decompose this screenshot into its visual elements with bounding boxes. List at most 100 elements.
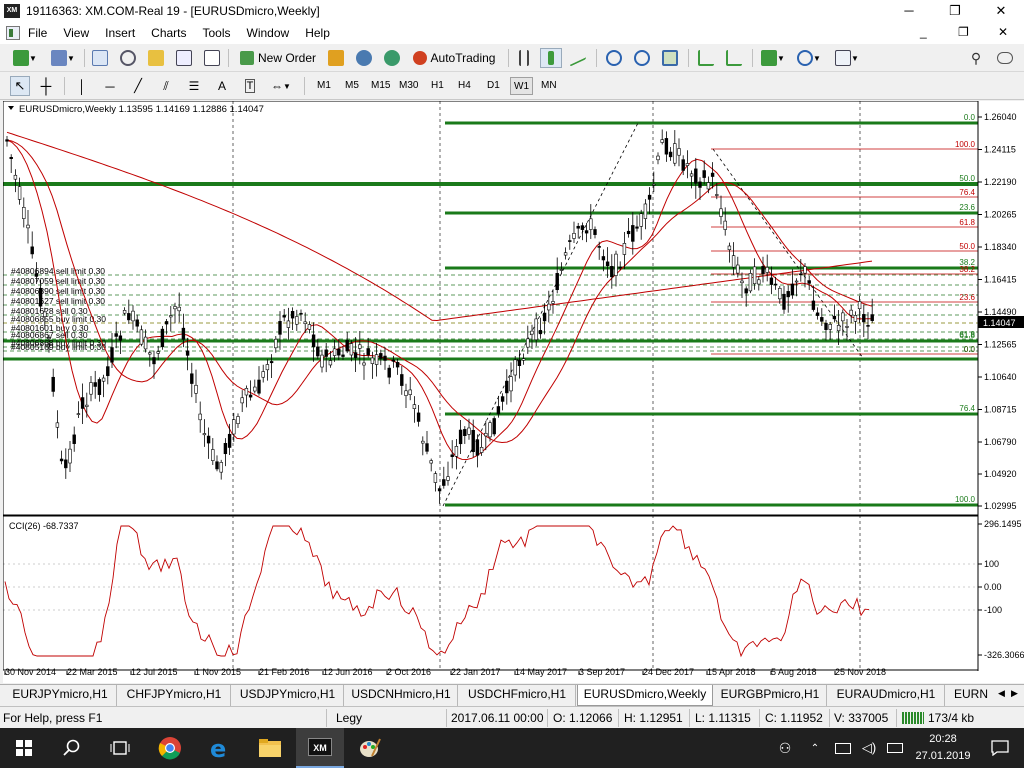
candle-body (433, 473, 438, 483)
timeframe-w1[interactable]: W1 (510, 77, 533, 95)
candle-body (240, 397, 244, 404)
chrome-button[interactable] (146, 728, 194, 768)
show-hidden-icons-button[interactable]: ⌃ (804, 728, 826, 768)
menu-window[interactable]: Window (239, 22, 298, 44)
new-chart-button[interactable]: ▼ (8, 48, 42, 68)
menu-help[interactable]: Help (297, 22, 338, 44)
timeframe-m15[interactable]: M15 (368, 77, 393, 95)
trendline-button[interactable]: ╱ (128, 76, 148, 96)
edge-button[interactable]: e (196, 728, 244, 768)
timeframe-h4[interactable]: H4 (455, 77, 474, 95)
price-chart[interactable]: 0.0 50.0 23.6 38.2 61.8 76.4 100.0 100.0 76.4 61.… (2, 100, 1024, 683)
periods-button[interactable]: ▼ (794, 48, 824, 68)
navigator-button[interactable] (118, 48, 138, 68)
candle (731, 242, 736, 276)
file-explorer-button[interactable] (246, 728, 294, 768)
data-window-button[interactable] (146, 48, 166, 68)
tab-eurgbpmicro-h1[interactable]: EURGBPmicro,H1 (714, 685, 827, 706)
tabs-scroll-left[interactable]: ◀ (998, 688, 1005, 699)
tab-euraudmicro-h1[interactable]: EURAUDmicro,H1 (828, 685, 945, 706)
timeframe-mn[interactable]: MN (538, 77, 560, 95)
tab-usdjpymicro-h1[interactable]: USDJPYmicro,H1 (232, 685, 344, 706)
new-order-button[interactable]: New Order (236, 48, 320, 68)
system-clock[interactable]: 20:28 27.01.2019 (908, 731, 978, 765)
arrows-button[interactable]: ⇔ ▼ (266, 76, 296, 96)
autotrading-button[interactable]: AutoTrading (408, 48, 500, 68)
zoom-out-button[interactable] (632, 48, 652, 68)
market-watch-button[interactable] (90, 48, 110, 68)
xm-terminal-button[interactable]: XM (296, 728, 344, 768)
terminal-button[interactable] (174, 48, 194, 68)
minimize-button[interactable]: ─ (886, 0, 932, 22)
line-chart-button[interactable] (568, 48, 588, 68)
profiles-button[interactable]: ▼ (46, 48, 80, 68)
timeframe-m30[interactable]: M30 (396, 77, 421, 95)
tester-button[interactable] (202, 48, 222, 68)
people-button[interactable]: ⚇ (772, 728, 798, 768)
tab-eurjpymicro-h1[interactable]: EURJPYmicro,H1 (4, 685, 117, 706)
equidistant-channel-button[interactable]: ⫽ (156, 76, 176, 96)
vertical-line-button[interactable]: │ (72, 76, 92, 96)
restore-button[interactable]: ❐ (932, 0, 978, 22)
network-button[interactable] (832, 728, 854, 768)
mdi-close-button[interactable]: ✕ (998, 25, 1008, 39)
tabs-scroll-right[interactable]: ▶ (1011, 688, 1018, 699)
fibonacci-button[interactable]: ☰ (184, 76, 204, 96)
keyboard-button[interactable] (884, 728, 906, 768)
text-button[interactable]: A (212, 76, 232, 96)
paint-button[interactable] (346, 728, 394, 768)
market-button[interactable] (382, 48, 402, 68)
candle-body (479, 447, 484, 453)
signals-button[interactable] (354, 48, 374, 68)
candle (80, 383, 85, 425)
tile-windows-button[interactable] (660, 48, 680, 68)
candle-body (710, 172, 715, 177)
autoscroll-button[interactable] (724, 48, 744, 68)
search-button[interactable] (48, 728, 96, 768)
cursor-button[interactable]: ↖ (10, 76, 30, 96)
crosshair-button[interactable]: ┼ (36, 76, 56, 96)
candle (219, 459, 223, 480)
chart-window-icon[interactable] (6, 26, 20, 40)
text-label-button[interactable]: T (240, 76, 260, 96)
candle-body (85, 404, 89, 407)
date-tick-label: 14 May 2017 (515, 667, 567, 677)
close-button[interactable]: ✕ (978, 0, 1024, 22)
action-center-button[interactable] (978, 728, 1022, 768)
chart-window[interactable]: 0.0 50.0 23.6 38.2 61.8 76.4 100.0 100.0 76.4 61.… (2, 100, 1024, 683)
tab-eurusdmicro-weekly[interactable]: EURUSDmicro,Weekly (577, 685, 713, 706)
connection-status-icon[interactable] (902, 712, 924, 724)
candlestick-button[interactable] (540, 48, 562, 68)
menu-insert[interactable]: Insert (97, 22, 143, 44)
menu-tools[interactable]: Tools (195, 22, 239, 44)
price-tick-label: 1.12565 (984, 340, 1017, 350)
zoom-in-button[interactable] (604, 48, 624, 68)
horizontal-line-button[interactable]: ─ (100, 76, 120, 96)
window-title: 19116363: XM.COM-Real 19 - [EURUSDmicro,… (26, 4, 320, 18)
indicators-button[interactable]: ▼ (758, 48, 788, 68)
mdi-minimize-button[interactable]: _ (920, 25, 927, 39)
metaeditor-button[interactable] (326, 48, 346, 68)
menu-file[interactable]: File (20, 22, 55, 44)
timeframe-m1[interactable]: M1 (314, 77, 334, 95)
menu-view[interactable]: View (55, 22, 97, 44)
tab-eurn[interactable]: EURN (946, 685, 996, 706)
start-button[interactable] (0, 728, 48, 768)
timeframe-m5[interactable]: M5 (342, 77, 362, 95)
timeframe-d1[interactable]: D1 (484, 77, 503, 95)
edge-icon: e (210, 736, 226, 760)
search-button[interactable]: ⚲ (966, 48, 986, 68)
chart-shift-button[interactable] (696, 48, 716, 68)
templates-button[interactable]: ▼ (832, 48, 862, 68)
mdi-restore-button[interactable]: ❐ (958, 25, 969, 39)
menu-charts[interactable]: Charts (143, 22, 194, 44)
chat-button[interactable] (994, 48, 1016, 68)
tab-usdchfmicro-h1[interactable]: USDCHFmicro,H1 (459, 685, 576, 706)
task-view-button[interactable] (96, 728, 144, 768)
volume-button[interactable]: ◁) (858, 728, 880, 768)
bar-chart-button[interactable] (514, 48, 534, 68)
candle-body (794, 280, 799, 283)
timeframe-h1[interactable]: H1 (428, 77, 447, 95)
tab-chfjpymicro-h1[interactable]: CHFJPYmicro,H1 (118, 685, 231, 706)
tab-usdcnhmicro-h1[interactable]: USDCNHmicro,H1 (345, 685, 458, 706)
